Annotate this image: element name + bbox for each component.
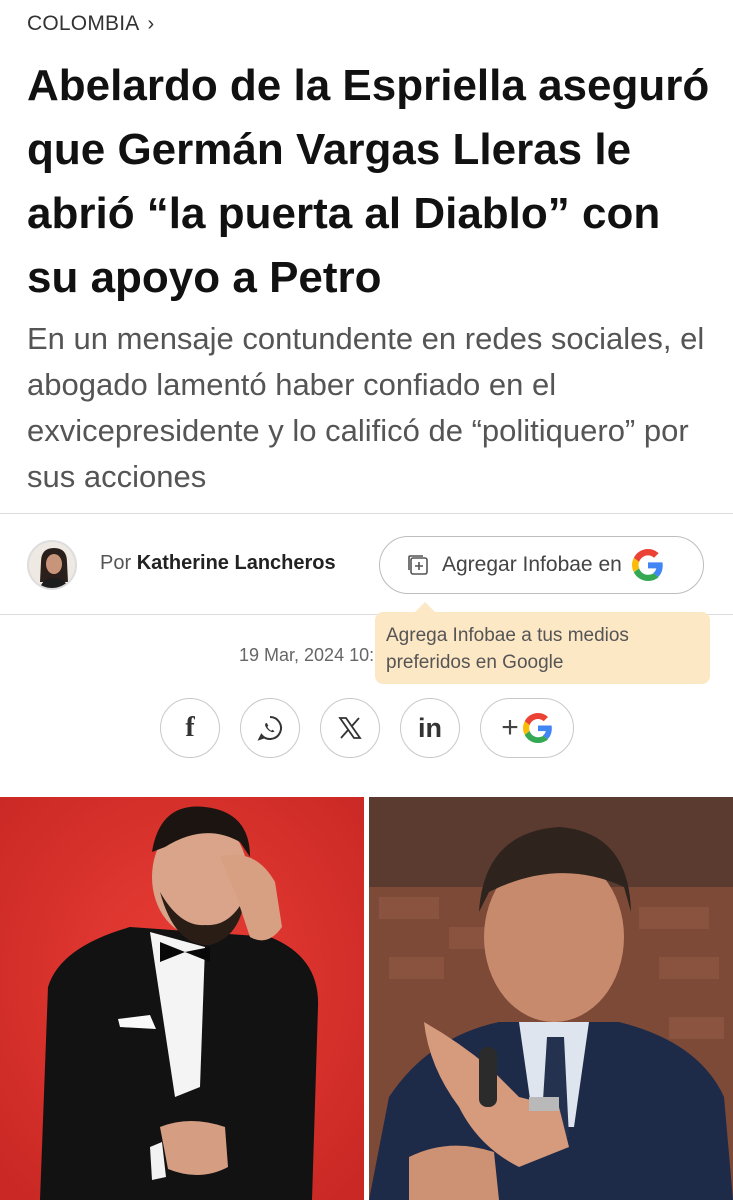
section-link-colombia[interactable]: COLOMBIA ›: [27, 12, 154, 36]
add-infobae-google-button[interactable]: Agregar Infobae en: [379, 536, 704, 594]
article-headline: Abelardo de la Espriella aseguró que Ger…: [27, 61, 710, 302]
facebook-icon: f: [185, 712, 195, 743]
linkedin-icon: in: [418, 712, 442, 743]
whatsapp-icon: [257, 716, 282, 741]
divider-top: [0, 513, 733, 514]
photo-abelardo-de-la-espriella: [0, 797, 364, 1200]
google-logo-icon: [522, 713, 552, 743]
share-x-button[interactable]: [320, 698, 380, 758]
google-tooltip: Agrega Infobae a tus medios preferidos e…: [375, 602, 710, 684]
chevron-right-icon: ›: [147, 13, 155, 35]
share-linkedin-button[interactable]: in: [400, 698, 460, 758]
plus-icon: +: [501, 711, 519, 744]
google-button-label: Agregar Infobae en: [442, 553, 622, 576]
google-logo-icon: [631, 549, 663, 581]
by-prefix: Por: [100, 552, 132, 574]
share-whatsapp-button[interactable]: [240, 698, 300, 758]
share-google-button[interactable]: +: [480, 698, 574, 758]
author-name-link[interactable]: Katherine Lancheros: [137, 552, 336, 574]
x-logo-icon: [338, 717, 362, 739]
share-facebook-button[interactable]: f: [160, 698, 220, 758]
photo-german-vargas-lleras: [369, 797, 733, 1200]
section-label: COLOMBIA: [27, 12, 140, 35]
publish-date: 19 Mar, 2024 10:: [239, 645, 375, 665]
author-byline: Por Katherine Lancheros: [100, 552, 336, 575]
article-subheadline: En un mensaje contundente en redes socia…: [27, 321, 705, 494]
add-square-icon: [408, 555, 428, 575]
author-avatar[interactable]: [27, 540, 77, 590]
tooltip-text: Agrega Infobae a tus medios preferidos e…: [386, 625, 629, 673]
